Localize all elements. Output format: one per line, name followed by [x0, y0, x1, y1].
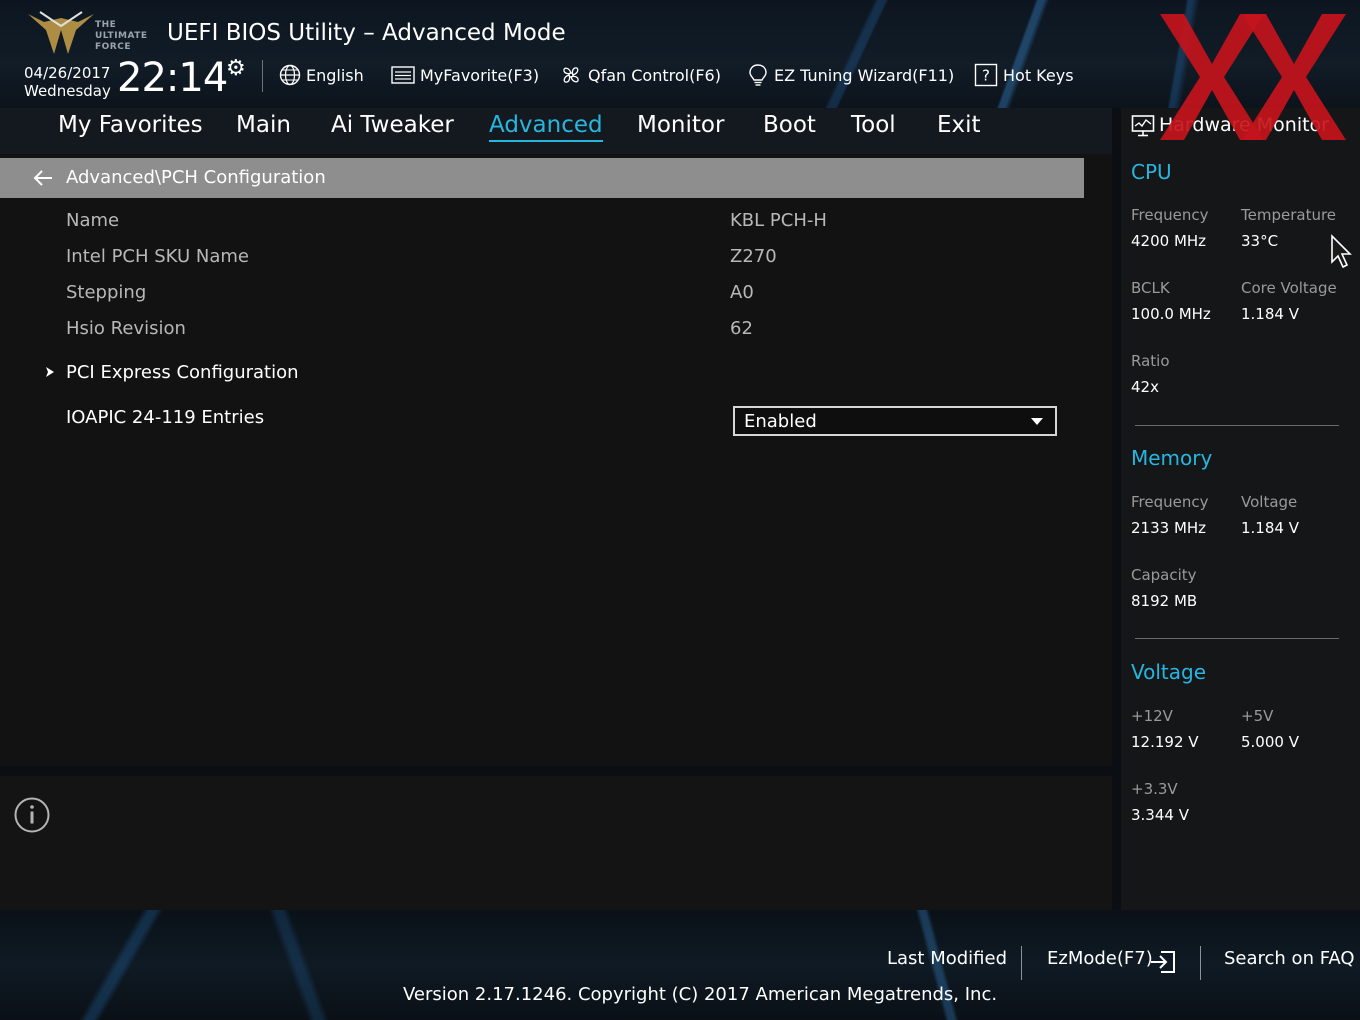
breadcrumb-path: Advanced\PCH Configuration: [66, 167, 326, 188]
date-display: 04/26/2017 Wednesday: [24, 64, 111, 100]
footer-divider: [1200, 946, 1201, 980]
stepping-label: Stepping: [66, 282, 147, 303]
header-divider: [262, 60, 263, 92]
monitor-icon: [1131, 115, 1155, 137]
memory-voltage-label: Voltage: [1241, 493, 1298, 511]
last-modified-button[interactable]: Last Modified: [887, 948, 1007, 969]
tab-my-favorites[interactable]: My Favorites: [58, 112, 203, 138]
ez-tuning-wizard-button[interactable]: EZ Tuning Wizard(F11): [747, 63, 954, 87]
memory-heading: Memory: [1131, 446, 1213, 470]
favorite-list-icon: [391, 66, 415, 84]
memory-voltage-value: 1.184 V: [1241, 519, 1299, 537]
language-label: English: [306, 65, 364, 85]
main-content-panel: Advanced\PCH Configuration Name KBL PCH-…: [0, 154, 1112, 766]
tab-monitor[interactable]: Monitor: [637, 112, 724, 138]
pci-express-configuration-submenu[interactable]: PCI Express Configuration: [44, 358, 299, 386]
memory-frequency-value: 2133 MHz: [1131, 519, 1207, 537]
svg-text:?: ?: [982, 67, 990, 85]
myfavorite-label: MyFavorite(F3): [420, 65, 540, 85]
xx-watermark-icon: [1160, 14, 1346, 140]
tab-tool[interactable]: Tool: [851, 112, 896, 138]
cpu-frequency-label: Frequency: [1131, 206, 1209, 224]
v5-value: 5.000 V: [1241, 733, 1299, 751]
mouse-cursor-icon: [1331, 234, 1352, 269]
cpu-temperature-label: Temperature: [1241, 206, 1337, 224]
main-menu-bar: My Favorites Main Ai Tweaker Advanced Mo…: [0, 108, 1112, 154]
hsio-revision-label: Hsio Revision: [66, 318, 186, 339]
tab-advanced[interactable]: Advanced: [489, 112, 603, 142]
v33-label: +3.3V: [1131, 780, 1178, 798]
memory-frequency-label: Frequency: [1131, 493, 1209, 511]
weekday-text: Wednesday: [24, 82, 111, 100]
chevron-right-icon: [46, 367, 54, 377]
brand-line: THE: [95, 20, 117, 30]
submenu-label: PCI Express Configuration: [66, 361, 299, 383]
ioapic-entries-label: IOAPIC 24-119 Entries: [66, 407, 265, 428]
section-divider: [1135, 425, 1339, 426]
clock-settings-gear-icon[interactable]: ⚙: [226, 56, 246, 81]
brand-text: THE ULTIMATE FORCE: [95, 20, 148, 53]
name-value: KBL PCH-H: [730, 210, 827, 231]
ioapic-selected-value: Enabled: [744, 411, 817, 432]
brand-line: ULTIMATE: [95, 31, 148, 41]
hot-keys-button[interactable]: ? Hot Keys: [974, 63, 1074, 87]
core-voltage-label: Core Voltage: [1241, 279, 1337, 297]
hsio-revision-value: 62: [730, 318, 753, 339]
stepping-value: A0: [730, 282, 754, 303]
pch-sku-value: Z270: [730, 246, 777, 267]
language-button[interactable]: English: [279, 63, 364, 87]
bclk-value: 100.0 MHz: [1131, 305, 1211, 323]
tab-main[interactable]: Main: [236, 112, 291, 138]
header-bar: THE ULTIMATE FORCE UEFI BIOS Utility – A…: [0, 0, 1360, 108]
tab-exit[interactable]: Exit: [937, 112, 981, 138]
capacity-value: 8192 MB: [1131, 592, 1198, 610]
pch-sku-label: Intel PCH SKU Name: [66, 246, 249, 267]
version-copyright-text: Version 2.17.1246. Copyright (C) 2017 Am…: [403, 984, 998, 1005]
tab-boot[interactable]: Boot: [763, 112, 816, 138]
hot-keys-label: Hot Keys: [1003, 65, 1074, 85]
core-voltage-value: 1.184 V: [1241, 305, 1299, 323]
brand-line: FORCE: [95, 42, 131, 52]
voltage-heading: Voltage: [1131, 660, 1207, 684]
tab-ai-tweaker[interactable]: Ai Tweaker: [331, 112, 454, 138]
bclk-label: BCLK: [1131, 279, 1170, 297]
qfan-control-button[interactable]: Qfan Control(F6): [559, 63, 721, 87]
ratio-label: Ratio: [1131, 352, 1170, 370]
tuf-logo-icon: [28, 11, 94, 54]
v12-label: +12V: [1131, 707, 1173, 725]
hardware-monitor-panel: Hardware Monitor CPU Frequency 4200 MHz …: [1121, 108, 1360, 910]
cpu-heading: CPU: [1131, 160, 1172, 184]
dropdown-arrow-icon: [1031, 418, 1043, 425]
cpu-temperature-value: 33°C: [1241, 232, 1279, 250]
search-on-faq-button[interactable]: Search on FAQ: [1224, 948, 1355, 969]
info-icon: [14, 797, 50, 833]
clock-time[interactable]: 22:14: [117, 55, 228, 101]
cpu-frequency-value: 4200 MHz: [1131, 232, 1207, 250]
v33-value: 3.344 V: [1131, 806, 1189, 824]
fan-icon: [563, 67, 579, 83]
section-divider: [1135, 638, 1339, 639]
footer-bar: Last Modified EzMode(F7) Search on FAQ V…: [0, 910, 1360, 1020]
globe-icon: [279, 64, 301, 86]
myfavorite-button[interactable]: MyFavorite(F3): [391, 63, 539, 87]
ioapic-entries-select[interactable]: Enabled: [733, 406, 1057, 436]
capacity-label: Capacity: [1131, 566, 1197, 584]
v12-value: 12.192 V: [1131, 733, 1199, 751]
date-text: 04/26/2017: [24, 64, 111, 82]
lightbulb-icon: [749, 64, 767, 86]
help-info-panel: [0, 776, 1112, 910]
ezmode-button[interactable]: EzMode(F7): [1047, 948, 1153, 969]
v5-label: +5V: [1241, 707, 1274, 725]
hot-keys-question-icon: ?: [974, 63, 998, 87]
qfan-label: Qfan Control(F6): [588, 65, 721, 85]
breadcrumb: Advanced\PCH Configuration: [0, 158, 1084, 198]
exit-to-ezmode-icon[interactable]: [1149, 950, 1177, 974]
footer-divider: [1021, 946, 1022, 980]
app-title: UEFI BIOS Utility – Advanced Mode: [167, 20, 566, 46]
ez-tuning-label: EZ Tuning Wizard(F11): [774, 65, 955, 85]
name-label: Name: [66, 210, 120, 231]
back-arrow-icon[interactable]: [32, 168, 54, 188]
ratio-value: 42x: [1131, 378, 1159, 396]
